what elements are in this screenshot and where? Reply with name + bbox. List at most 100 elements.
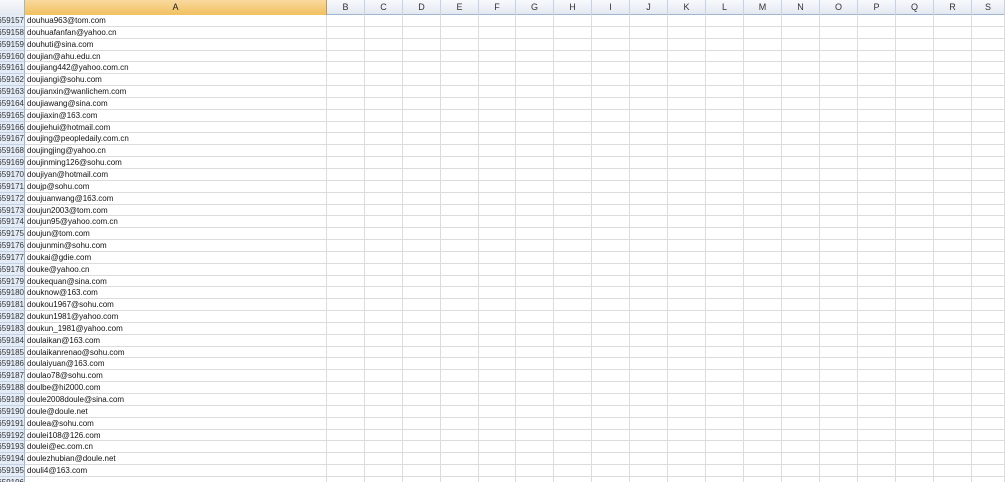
cell-m[interactable] [744,405,782,418]
cell-r[interactable] [934,346,972,359]
row-number[interactable]: 659173 [0,204,25,217]
cell-i[interactable] [592,287,630,300]
cell-k[interactable] [668,429,706,442]
cell-a[interactable]: doujun95@yahoo.com.cn [25,216,327,229]
row-number[interactable]: 659192 [0,429,25,442]
cell-s[interactable] [972,405,1005,418]
cell-n[interactable] [782,251,820,264]
row-number[interactable]: 659158 [0,26,25,39]
cell-f[interactable] [479,168,516,181]
cell-h[interactable] [554,465,592,477]
cell-k[interactable] [668,382,706,394]
cell-g[interactable] [516,62,554,75]
cell-m[interactable] [744,74,782,87]
cell-m[interactable] [744,275,782,288]
cell-f[interactable] [479,441,516,454]
cell-s[interactable] [972,121,1005,134]
cell-o[interactable] [820,121,858,134]
cell-e[interactable] [441,228,479,241]
cell-p[interactable] [858,62,896,75]
cell-b[interactable] [327,263,365,276]
cell-h[interactable] [554,287,592,300]
cell-m[interactable] [744,429,782,442]
cell-j[interactable] [630,370,668,383]
row-number[interactable]: 659193 [0,441,25,454]
cell-j[interactable] [630,145,668,158]
cell-q[interactable] [896,26,934,39]
cell-r[interactable] [934,476,972,482]
cell-b[interactable] [327,476,365,482]
cell-b[interactable] [327,62,365,75]
cell-p[interactable] [858,346,896,359]
cell-k[interactable] [668,133,706,146]
cell-a[interactable]: doujing@peopledaily.com.cn [25,133,327,146]
cell-l[interactable] [706,204,744,217]
cell-a[interactable]: doujian@ahu.edu.cn [25,50,327,63]
cell-j[interactable] [630,275,668,288]
cell-j[interactable] [630,465,668,477]
cell-b[interactable] [327,50,365,63]
cell-f[interactable] [479,74,516,87]
cell-o[interactable] [820,74,858,87]
cell-l[interactable] [706,216,744,229]
cell-j[interactable] [630,216,668,229]
cell-r[interactable] [934,311,972,323]
cell-e[interactable] [441,50,479,63]
cell-s[interactable] [972,38,1005,51]
cell-c[interactable] [365,322,403,335]
cell-n[interactable] [782,180,820,193]
cell-h[interactable] [554,346,592,359]
cell-r[interactable] [934,62,972,75]
cell-p[interactable] [858,417,896,430]
cell-r[interactable] [934,145,972,158]
cell-n[interactable] [782,168,820,181]
cell-k[interactable] [668,86,706,98]
row-number[interactable]: 659185 [0,346,25,359]
cell-d[interactable] [403,263,441,276]
cell-l[interactable] [706,228,744,241]
cell-l[interactable] [706,97,744,110]
cell-r[interactable] [934,453,972,466]
cell-i[interactable] [592,358,630,371]
cell-b[interactable] [327,121,365,134]
cell-f[interactable] [479,216,516,229]
column-header-a[interactable]: A [25,0,327,15]
cell-g[interactable] [516,476,554,482]
cell-s[interactable] [972,382,1005,394]
cell-b[interactable] [327,346,365,359]
cell-o[interactable] [820,15,858,27]
cell-b[interactable] [327,26,365,39]
column-header-n[interactable]: N [782,0,820,15]
cell-i[interactable] [592,263,630,276]
cell-g[interactable] [516,97,554,110]
cell-l[interactable] [706,145,744,158]
cell-r[interactable] [934,192,972,205]
row-number[interactable]: 659167 [0,133,25,146]
cell-g[interactable] [516,263,554,276]
cell-k[interactable] [668,240,706,252]
cell-e[interactable] [441,275,479,288]
cell-o[interactable] [820,133,858,146]
cell-o[interactable] [820,240,858,252]
cell-f[interactable] [479,429,516,442]
cell-p[interactable] [858,240,896,252]
cell-d[interactable] [403,62,441,75]
cell-l[interactable] [706,334,744,347]
cell-s[interactable] [972,97,1005,110]
cell-o[interactable] [820,86,858,98]
row-number[interactable]: 659181 [0,299,25,312]
cell-c[interactable] [365,145,403,158]
row-number[interactable]: 659188 [0,382,25,394]
cell-m[interactable] [744,240,782,252]
cell-j[interactable] [630,38,668,51]
cell-q[interactable] [896,453,934,466]
cell-c[interactable] [365,157,403,169]
cell-s[interactable] [972,441,1005,454]
cell-r[interactable] [934,157,972,169]
cell-f[interactable] [479,62,516,75]
cell-i[interactable] [592,453,630,466]
cell-k[interactable] [668,358,706,371]
cell-o[interactable] [820,358,858,371]
cell-n[interactable] [782,465,820,477]
cell-g[interactable] [516,405,554,418]
